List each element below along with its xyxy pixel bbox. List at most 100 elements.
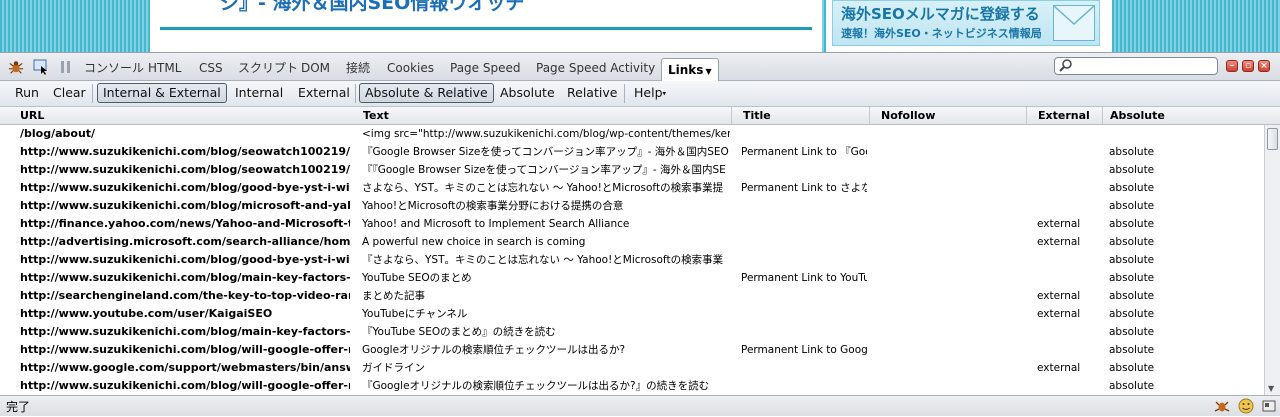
cell-absolute: absolute bbox=[1109, 326, 1155, 338]
tab-cookies[interactable]: Cookies bbox=[381, 57, 440, 79]
cell-external bbox=[1037, 269, 1099, 287]
cell-absolute: absolute bbox=[1109, 290, 1155, 302]
table-row[interactable]: http://searchengineland.com/the-key-to-t… bbox=[0, 287, 1264, 305]
firebug-status-icon[interactable] bbox=[1214, 398, 1230, 414]
table-row[interactable]: http://www.youtube.com/user/KaigaiSEO You… bbox=[0, 305, 1264, 323]
cell-text: 『Google Browser Sizeを使ってコンバージョン率アップ』- 海外… bbox=[362, 146, 729, 158]
cell-external: external bbox=[1037, 290, 1081, 302]
absolute-button[interactable]: Absolute bbox=[495, 83, 560, 103]
security-icon[interactable] bbox=[1261, 398, 1277, 414]
newsletter-banner[interactable]: 海外SEOメルマガに登録する 速報！海外SEO・ネットビジネス情報局 bbox=[832, 0, 1100, 46]
cell-title bbox=[741, 161, 867, 179]
cell-url[interactable]: http://www.suzukikenichi.com/blog/main-k… bbox=[20, 323, 350, 341]
table-row[interactable]: http://www.suzukikenichi.com/blog/seowat… bbox=[0, 143, 1264, 161]
internal-button[interactable]: Internal bbox=[230, 83, 288, 103]
cell-external bbox=[1037, 341, 1099, 359]
tab-script[interactable]: スクリプト bbox=[232, 57, 304, 79]
cell-title bbox=[741, 251, 867, 269]
cell-text: 『YouTube SEOのまとめ』の続きを読む bbox=[362, 326, 556, 338]
table-row[interactable]: http://www.suzukikenichi.com/blog/seowat… bbox=[0, 161, 1264, 179]
smiley-icon[interactable] bbox=[1238, 398, 1254, 414]
page-heading[interactable]: ジ』- 海外＆国内SEO情報ウオッチ bbox=[220, 0, 524, 15]
table-row[interactable]: http://www.suzukikenichi.com/blog/good-b… bbox=[0, 179, 1264, 197]
cell-url[interactable]: http://www.suzukikenichi.com/blog/seowat… bbox=[20, 161, 350, 179]
cell-title bbox=[741, 323, 867, 341]
table-row[interactable]: http://www.suzukikenichi.com/blog/good-b… bbox=[0, 251, 1264, 269]
table-row[interactable]: http://www.suzukikenichi.com/blog/main-k… bbox=[0, 323, 1264, 341]
minimize-icon[interactable]: – bbox=[1226, 60, 1238, 72]
table-row[interactable]: /blog/about/ <img src="http://www.suzukik… bbox=[0, 125, 1264, 143]
run-button[interactable]: Run bbox=[10, 83, 44, 103]
cell-title: Permanent Link to YouTub bbox=[741, 272, 867, 284]
vertical-scrollbar[interactable]: ▼ bbox=[1264, 125, 1280, 395]
banner-title: 海外SEOメルマガに登録する bbox=[841, 5, 1040, 23]
cell-url[interactable]: http://www.google.com/support/webmasters… bbox=[20, 359, 350, 377]
cell-url[interactable]: http://finance.yahoo.com/news/Yahoo-and-… bbox=[20, 215, 350, 233]
table-row[interactable]: http://www.suzukikenichi.com/blog/micros… bbox=[0, 197, 1264, 215]
cell-url[interactable]: http://www.suzukikenichi.com/blog/main-k… bbox=[20, 269, 350, 287]
cell-url[interactable]: http://advertising.microsoft.com/search-… bbox=[20, 233, 350, 251]
cell-title bbox=[741, 287, 867, 305]
cell-external bbox=[1037, 179, 1099, 197]
tab-css[interactable]: CSS bbox=[193, 57, 229, 79]
firebug-search-input[interactable] bbox=[1054, 57, 1218, 75]
column-header-absolute[interactable]: Absolute bbox=[1104, 107, 1264, 124]
clear-button[interactable]: Clear bbox=[48, 83, 91, 103]
cell-url[interactable]: http://www.suzukikenichi.com/blog/good-b… bbox=[20, 251, 350, 269]
chevron-down-icon: ▾ bbox=[662, 89, 667, 98]
table-row[interactable]: http://www.suzukikenichi.com/blog/will-g… bbox=[0, 341, 1264, 359]
column-header-title[interactable]: Title bbox=[737, 107, 870, 124]
cell-external: external bbox=[1037, 236, 1081, 248]
cell-url[interactable]: http://www.youtube.com/user/KaigaiSEO bbox=[20, 305, 350, 323]
tab-dom[interactable]: DOM bbox=[295, 57, 336, 79]
column-header-external[interactable]: External bbox=[1032, 107, 1103, 124]
tab-links[interactable]: Links ▼ bbox=[661, 58, 719, 82]
toolbar-separator bbox=[92, 84, 93, 103]
firebug-icon[interactable] bbox=[8, 59, 24, 75]
cell-absolute: absolute bbox=[1109, 272, 1155, 284]
cell-url[interactable]: http://www.suzukikenichi.com/blog/micros… bbox=[20, 197, 350, 215]
cell-url[interactable]: http://www.suzukikenichi.com/blog/will-g… bbox=[20, 377, 350, 395]
cell-url[interactable]: /blog/about/ bbox=[20, 125, 350, 143]
scroll-down-icon[interactable]: ▼ bbox=[1268, 384, 1274, 393]
tab-page-speed-activity[interactable]: Page Speed Activity bbox=[530, 57, 661, 79]
tab-html[interactable]: HTML bbox=[142, 57, 187, 79]
table-row[interactable]: http://www.suzukikenichi.com/blog/will-g… bbox=[0, 377, 1264, 395]
table-row[interactable]: http://www.google.com/support/webmasters… bbox=[0, 359, 1264, 377]
cell-url[interactable]: http://www.suzukikenichi.com/blog/seowat… bbox=[20, 143, 350, 161]
table-row[interactable]: http://advertising.microsoft.com/search-… bbox=[0, 233, 1264, 251]
cell-url[interactable]: http://www.suzukikenichi.com/blog/good-b… bbox=[20, 179, 350, 197]
envelope-icon bbox=[1053, 5, 1095, 41]
cell-url[interactable]: http://www.suzukikenichi.com/blog/will-g… bbox=[20, 341, 350, 359]
detach-window-icon[interactable]: ▫ bbox=[1242, 60, 1254, 72]
heading-rule bbox=[160, 27, 812, 30]
cell-text: ガイドライン bbox=[362, 362, 425, 374]
tab-console[interactable]: コンソール bbox=[78, 57, 150, 79]
cell-text: A powerful new choice in search is comin… bbox=[362, 236, 586, 248]
status-text: 完了 bbox=[6, 400, 31, 414]
relative-button[interactable]: Relative bbox=[562, 83, 622, 103]
inspect-icon[interactable] bbox=[33, 59, 49, 75]
absolute-relative-button[interactable]: Absolute & Relative bbox=[359, 83, 494, 103]
external-button[interactable]: External bbox=[293, 83, 355, 103]
help-button[interactable]: Help▾ bbox=[629, 83, 671, 103]
scrollbar-thumb[interactable] bbox=[1267, 128, 1278, 150]
column-header-nofollow[interactable]: Nofollow bbox=[875, 107, 1027, 124]
cell-title bbox=[741, 305, 867, 323]
table-row[interactable]: http://finance.yahoo.com/news/Yahoo-and-… bbox=[0, 215, 1264, 233]
sidebar-column: 海外SEOメルマガに登録する 速報！海外SEO・ネットビジネス情報局 bbox=[826, 0, 1112, 52]
pause-icon[interactable] bbox=[58, 59, 74, 75]
cell-url[interactable]: http://searchengineland.com/the-key-to-t… bbox=[20, 287, 350, 305]
close-icon[interactable]: × bbox=[1258, 60, 1270, 72]
tab-page-speed[interactable]: Page Speed bbox=[444, 57, 526, 79]
table-row[interactable]: http://www.suzukikenichi.com/blog/main-k… bbox=[0, 269, 1264, 287]
cell-title bbox=[741, 215, 867, 233]
cell-text: 『Googleオリジナルの検索順位チェックツールは出るか?』の続きを読む bbox=[362, 380, 710, 392]
tab-net[interactable]: 接続 bbox=[340, 57, 376, 79]
column-header-text[interactable]: Text bbox=[357, 107, 732, 124]
cell-absolute: absolute bbox=[1109, 218, 1155, 230]
cell-text: 『さよなら、YST。キミのことは忘れない ～ Yahoo!とMicrosoftの… bbox=[362, 254, 724, 266]
cell-absolute: absolute bbox=[1109, 308, 1155, 320]
links-grid-header: URL Text Title Nofollow External Absolut… bbox=[0, 107, 1280, 125]
internal-external-button[interactable]: Internal & External bbox=[97, 83, 227, 103]
